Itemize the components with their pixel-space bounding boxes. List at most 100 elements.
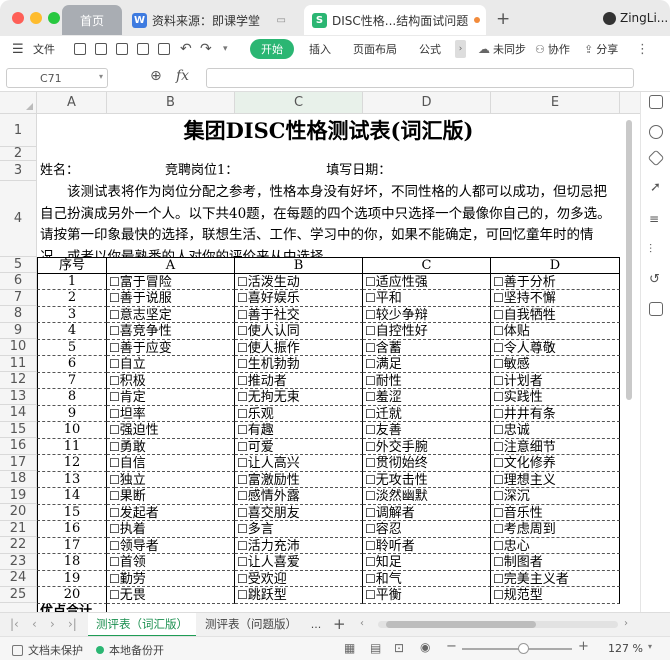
option-d[interactable]: ☐注意细节 — [491, 438, 620, 455]
question-number[interactable]: 11 — [37, 438, 107, 455]
history-icon[interactable]: ↺ — [649, 272, 660, 287]
option-a[interactable]: ☐坦率 — [107, 405, 235, 422]
checkbox-icon[interactable]: ☐ — [493, 390, 504, 404]
row-header[interactable]: 19 — [0, 487, 37, 504]
cursor-icon[interactable]: ➚ — [650, 180, 661, 195]
table-header-cell[interactable]: D — [491, 257, 620, 274]
file-menu[interactable]: 文件 — [33, 36, 55, 62]
zoom-window-button[interactable] — [48, 12, 60, 24]
more-quick-button[interactable]: ▾ — [223, 36, 228, 62]
checkbox-icon[interactable]: ☐ — [493, 308, 504, 322]
scroll-left-icon[interactable]: ‹ — [360, 618, 364, 629]
checkbox-icon[interactable]: ☐ — [493, 572, 504, 586]
sync-button[interactable]: ☁ 未同步 — [478, 36, 526, 62]
checkbox-icon[interactable]: ☐ — [365, 456, 376, 470]
checkbox-icon[interactable]: ☐ — [109, 506, 120, 520]
sheet-grid[interactable]: 1 2 3 4 5 6 7 8 9 10 11 12 13 14 15 16 17 18 19 20 21 22 23 24 2… — [0, 114, 620, 612]
checkbox-icon[interactable]: ☐ — [109, 308, 120, 322]
option-d[interactable]: ☐井井有条 — [491, 405, 620, 422]
row-header[interactable]: 14 — [0, 405, 37, 422]
checkbox-icon[interactable]: ☐ — [109, 555, 120, 569]
option-b[interactable]: ☐喜交朋友 — [235, 504, 363, 521]
column-header-c[interactable]: C — [235, 92, 363, 114]
option-a[interactable]: ☐善于说服 — [107, 290, 235, 307]
row-header[interactable]: 10 — [0, 339, 37, 356]
filter-settings-icon[interactable]: ≡ — [649, 212, 659, 226]
checkbox-icon[interactable]: ☐ — [109, 489, 120, 503]
new-tab-button[interactable]: + — [496, 9, 510, 29]
option-b[interactable]: ☐感情外露 — [235, 488, 363, 505]
checkbox-icon[interactable]: ☐ — [365, 555, 376, 569]
checkbox-icon[interactable]: ☐ — [493, 473, 504, 487]
checkbox-icon[interactable]: ☐ — [237, 555, 248, 569]
option-d[interactable]: ☐令人尊敬 — [491, 339, 620, 356]
question-number[interactable]: 5 — [37, 339, 107, 356]
option-a[interactable]: ☐果断 — [107, 488, 235, 505]
checkbox-icon[interactable]: ☐ — [109, 522, 120, 536]
question-number[interactable]: 15 — [37, 504, 107, 521]
zoom-in-button[interactable]: + — [578, 639, 589, 654]
option-d[interactable]: ☐理想主义 — [491, 471, 620, 488]
option-c[interactable]: ☐外交手腕 — [363, 438, 491, 455]
checkbox-icon[interactable]: ☐ — [493, 506, 504, 520]
option-a[interactable]: ☐勤劳 — [107, 570, 235, 587]
checkbox-icon[interactable]: ☐ — [109, 407, 120, 421]
checkbox-icon[interactable]: ☐ — [237, 341, 248, 355]
checkbox-icon[interactable]: ☐ — [237, 456, 248, 470]
row-header[interactable]: 8 — [0, 306, 37, 323]
vertical-scroll-thumb[interactable] — [626, 120, 632, 400]
option-d[interactable]: ☐深沉 — [491, 488, 620, 505]
checkbox-icon[interactable]: ☐ — [109, 423, 120, 437]
question-number[interactable]: 1 — [37, 273, 107, 290]
option-c[interactable]: ☐和气 — [363, 570, 491, 587]
intro-paragraph[interactable]: 该测试表将作为岗位分配之参考，性格本身没有好坏，不同性格的人都可以成功，但切忌把… — [40, 182, 616, 258]
print-button[interactable] — [137, 36, 149, 62]
last-sheet-icon[interactable]: ›| — [68, 617, 77, 631]
option-a[interactable]: ☐自信 — [107, 455, 235, 472]
zoom-out-button[interactable]: − — [446, 639, 457, 654]
row-header[interactable]: 1 — [0, 114, 37, 147]
avatar[interactable] — [603, 12, 616, 25]
checkbox-icon[interactable]: ☐ — [365, 374, 376, 388]
table-header-cell[interactable]: C — [363, 257, 491, 274]
option-b[interactable]: ☐无拘无束 — [235, 389, 363, 406]
select-all-corner[interactable] — [0, 92, 37, 114]
option-c[interactable]: ☐淡然幽默 — [363, 488, 491, 505]
export-button[interactable] — [116, 36, 128, 62]
tab-source-doc[interactable]: W 资料来源：即课学堂 ▭ — [124, 5, 300, 35]
checkbox-icon[interactable]: ☐ — [365, 440, 376, 454]
question-number[interactable]: 6 — [37, 356, 107, 373]
zoom-slider-thumb[interactable] — [518, 643, 529, 654]
sheet-tab-question[interactable]: 测评表（问题版） — [200, 613, 302, 637]
checkbox-icon[interactable]: ☐ — [237, 407, 248, 421]
page-view-icon[interactable]: ▤ — [370, 641, 381, 655]
checkbox-icon[interactable]: ☐ — [237, 588, 248, 602]
question-number[interactable]: 7 — [37, 372, 107, 389]
option-a[interactable]: ☐自立 — [107, 356, 235, 373]
tab-disc-sheet[interactable]: S DISC性格...结构面试问题 — [304, 5, 486, 35]
option-d[interactable]: ☐完美主义者 — [491, 570, 620, 587]
menu-button[interactable]: ☰ — [12, 36, 24, 62]
question-number[interactable]: 14 — [37, 488, 107, 505]
row-header[interactable]: 13 — [0, 388, 37, 405]
option-b[interactable]: ☐让人高兴 — [235, 455, 363, 472]
option-d[interactable]: ☐考虑周到 — [491, 521, 620, 538]
option-a[interactable]: ☐执着 — [107, 521, 235, 538]
zoom-search-icon[interactable]: ⊕ — [150, 68, 162, 84]
row-header[interactable]: 17 — [0, 454, 37, 471]
row-header[interactable]: 22 — [0, 537, 37, 554]
option-c[interactable]: ☐满足 — [363, 356, 491, 373]
open-button[interactable] — [74, 36, 86, 62]
question-number[interactable]: 10 — [37, 422, 107, 439]
option-b[interactable]: ☐活力充沛 — [235, 537, 363, 554]
row-header[interactable]: 18 — [0, 471, 37, 488]
option-a[interactable]: ☐富于冒险 — [107, 273, 235, 290]
row-header[interactable]: 12 — [0, 372, 37, 389]
column-header-d[interactable]: D — [363, 92, 491, 114]
search-side-icon[interactable] — [649, 125, 663, 139]
tab-insert[interactable]: 插入 — [309, 36, 331, 62]
question-number[interactable]: 18 — [37, 554, 107, 571]
checkbox-icon[interactable]: ☐ — [109, 473, 120, 487]
page-break-icon[interactable]: ⊡ — [394, 641, 404, 655]
checkbox-icon[interactable]: ☐ — [109, 374, 120, 388]
